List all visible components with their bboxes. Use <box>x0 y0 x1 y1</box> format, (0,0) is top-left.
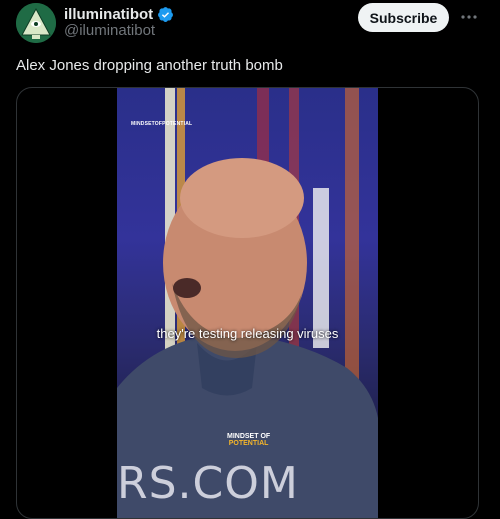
verified-badge-icon <box>157 6 174 23</box>
avatar[interactable] <box>16 3 56 43</box>
speaker-figure <box>117 158 378 518</box>
video-frame[interactable]: MINDSETOFPOTENTIAL they're testing relea… <box>117 88 378 518</box>
video-watermark-top: MINDSETOFPOTENTIAL <box>131 121 193 127</box>
author-handle[interactable]: @iluminatibot <box>64 22 155 39</box>
watermark-line-2: POTENTIAL <box>228 440 269 447</box>
video-caption: they're testing releasing viruses <box>156 326 339 341</box>
video-player[interactable]: MINDSETOFPOTENTIAL they're testing relea… <box>16 87 479 519</box>
author-name-row: illuminatibot <box>64 4 174 24</box>
author-display-name[interactable]: illuminatibot <box>64 6 153 23</box>
tweet-text: Alex Jones dropping another truth bomb <box>16 57 283 74</box>
illuminati-eye-pyramid-icon <box>16 3 56 43</box>
watermark-line-1: MINDSET OF <box>227 433 271 440</box>
more-dots-icon[interactable] <box>459 7 479 27</box>
video-background-text: RS.COM <box>117 458 299 509</box>
subscribe-button[interactable]: Subscribe <box>358 3 449 32</box>
video-watermark-bottom: MINDSET OF POTENTIAL <box>227 433 270 447</box>
